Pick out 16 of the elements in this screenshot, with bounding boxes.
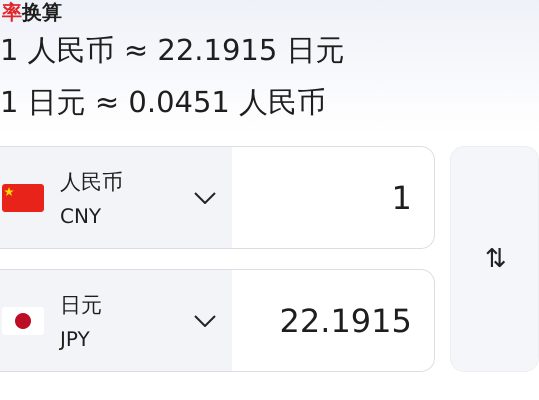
amount-field[interactable]: 1 bbox=[232, 147, 434, 248]
currency-code: JPY bbox=[60, 326, 91, 350]
exchange-rate: 1 人民币 ≈ 22.1915 日元 bbox=[0, 32, 346, 69]
currency-selector[interactable]: 人民币 CNY bbox=[0, 147, 232, 248]
currency-name: 人民币 bbox=[60, 168, 124, 196]
china-flag-icon bbox=[2, 184, 44, 212]
currency-code: CNY bbox=[60, 204, 102, 228]
page-title: 率换算 bbox=[1, 0, 63, 24]
currency-name: 日元 bbox=[60, 292, 103, 318]
chevron-down-icon bbox=[194, 314, 216, 326]
swap-button[interactable]: ⇅ bbox=[450, 146, 539, 372]
currency-selector[interactable]: 日元 JPY bbox=[0, 270, 232, 371]
chevron-down-icon bbox=[194, 192, 216, 204]
exchange-rate: 1 日元 ≈ 0.0451 人民币 bbox=[0, 84, 328, 121]
amount-field[interactable]: 22.1915 bbox=[232, 270, 434, 371]
japan-flag-icon bbox=[2, 306, 44, 334]
